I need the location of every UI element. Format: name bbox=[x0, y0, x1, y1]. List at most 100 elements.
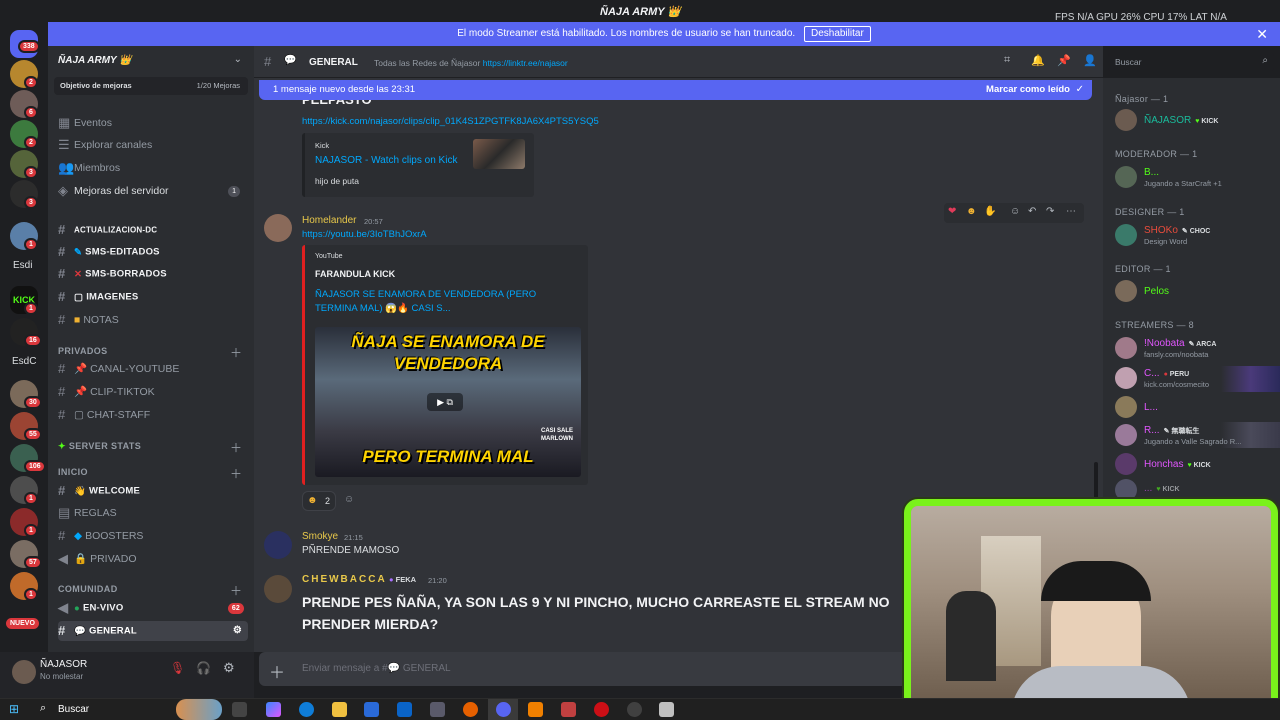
obs-icon[interactable] bbox=[627, 702, 642, 717]
avatar[interactable] bbox=[1115, 479, 1137, 501]
message-author[interactable]: Smokye bbox=[302, 531, 338, 542]
user-name[interactable]: ÑAJASOR bbox=[40, 659, 87, 670]
pin-icon[interactable]: 📌 bbox=[1057, 54, 1071, 67]
avatar[interactable] bbox=[1115, 166, 1137, 188]
member-item[interactable]: L... bbox=[1144, 402, 1158, 413]
member-item[interactable]: SHOKo ✎ CHOC bbox=[1144, 225, 1210, 236]
member-item[interactable]: ... ♥ KICK bbox=[1144, 483, 1180, 494]
search-icon[interactable]: ⌕ bbox=[40, 702, 46, 715]
chevron-down-icon[interactable]: ⌄ bbox=[234, 54, 242, 65]
channel-item[interactable]: # 📌 CANAL-YOUTUBE bbox=[58, 359, 248, 379]
category-privados[interactable]: PRIVADOS bbox=[58, 346, 108, 356]
guild-name[interactable]: ÑAJA ARMY 👑 bbox=[58, 55, 132, 66]
search-highlight-image[interactable] bbox=[176, 699, 222, 720]
avatar[interactable] bbox=[1115, 280, 1137, 302]
search-box[interactable]: Buscar ⌕ bbox=[1108, 53, 1274, 71]
topic-link[interactable]: https://linktr.ee/najasor bbox=[483, 58, 568, 68]
hand-icon[interactable]: ✋ bbox=[984, 206, 996, 217]
nav-events[interactable]: ▦ Eventos bbox=[58, 113, 248, 133]
member-item[interactable]: Pelos bbox=[1144, 286, 1169, 297]
file-explorer-icon[interactable] bbox=[332, 702, 347, 717]
member-item[interactable]: Honchas ♥ KICK bbox=[1144, 459, 1211, 470]
play-icon[interactable]: ▶ ⧉ bbox=[427, 393, 463, 411]
heart-icon[interactable]: ❤ bbox=[948, 206, 956, 217]
server-label[interactable]: EsdC bbox=[12, 356, 36, 367]
member-item[interactable]: ÑAJASOR ♥ KICK bbox=[1144, 115, 1218, 126]
more-icon[interactable]: ⋯ bbox=[1066, 206, 1076, 217]
app-icon[interactable] bbox=[430, 702, 445, 717]
app-icon[interactable] bbox=[561, 702, 576, 717]
taskbar-search-label[interactable]: Buscar bbox=[58, 704, 89, 715]
category-comunidad[interactable]: COMUNIDAD bbox=[58, 584, 118, 594]
members-list-icon[interactable]: 👤 bbox=[1083, 54, 1097, 67]
deafen-icon[interactable]: 🎧 bbox=[196, 661, 211, 675]
add-channel-icon[interactable]: ＋ bbox=[230, 582, 242, 599]
add-channel-icon[interactable]: ＋ bbox=[230, 465, 242, 482]
channel-item[interactable]: # ✎ SMS-EDITADOS bbox=[58, 242, 248, 262]
add-reaction-icon[interactable]: ☺ bbox=[1010, 206, 1020, 217]
firefox-icon[interactable] bbox=[463, 702, 478, 717]
message-link[interactable]: https://kick.com/najasor/clips/clip_01K4… bbox=[302, 116, 599, 127]
channel-item[interactable]: # 👋 WELCOME bbox=[58, 481, 248, 501]
channel-item[interactable]: ◀ 🔒 PRIVADO bbox=[58, 549, 248, 569]
disable-streamer-button[interactable]: Deshabilitar bbox=[803, 26, 871, 42]
embed-channel[interactable]: FARANDULA KICK bbox=[315, 269, 395, 279]
scrollbar[interactable] bbox=[1094, 462, 1098, 502]
bell-icon[interactable]: 🔔 bbox=[1031, 54, 1045, 67]
threads-icon[interactable]: ⌗ bbox=[1004, 54, 1010, 67]
avatar[interactable] bbox=[264, 531, 292, 559]
nav-members[interactable]: 👥Miembros bbox=[58, 158, 248, 178]
channel-item[interactable]: # 📌 CLIP-TIKTOK bbox=[58, 382, 248, 402]
channel-item[interactable]: ▤ REGLAS bbox=[58, 503, 248, 523]
avatar[interactable] bbox=[12, 660, 36, 684]
embed-title[interactable]: ÑAJASOR SE ENAMORA DE VENDEDORA (PERO TE… bbox=[315, 288, 565, 316]
close-icon[interactable]: ✕ bbox=[1256, 22, 1268, 46]
emoji-icon[interactable]: ☻ bbox=[966, 206, 977, 217]
shield-icon[interactable] bbox=[659, 702, 674, 717]
mark-read-button[interactable]: Marcar como leído bbox=[986, 80, 1070, 100]
avatar[interactable] bbox=[1115, 453, 1137, 475]
nav-explore[interactable]: ☰ Explorar canales bbox=[58, 135, 248, 155]
reaction-button[interactable]: ☻ 2 bbox=[302, 491, 336, 511]
new-messages-bar[interactable]: 1 mensaje nuevo desde las 23:31 Marcar c… bbox=[259, 80, 1092, 100]
embed-title[interactable]: NAJASOR - Watch clips on Kick bbox=[315, 155, 457, 166]
channel-item[interactable]: # ACTUALIZACION-DC bbox=[58, 220, 248, 240]
channel-item[interactable]: # ◆ BOOSTERS bbox=[58, 526, 248, 546]
avatar[interactable] bbox=[1115, 396, 1137, 418]
avatar[interactable] bbox=[1115, 109, 1137, 131]
video-thumbnail[interactable]: ÑAJA SE ENAMORA DE VENDEDORA PERO TERMIN… bbox=[315, 327, 581, 477]
windows-start-icon[interactable]: ⊞ bbox=[9, 702, 19, 716]
nav-boosts[interactable]: ◈ Mejoras del servidor 1 bbox=[58, 181, 248, 201]
message-link[interactable]: https://youtu.be/3IoTBhJOxrA bbox=[302, 229, 427, 240]
avatar[interactable] bbox=[1115, 424, 1137, 446]
add-reaction-icon[interactable]: ☺ bbox=[344, 494, 354, 505]
category-inicio[interactable]: INICIO bbox=[58, 467, 88, 477]
outlook-icon[interactable] bbox=[397, 702, 412, 717]
channel-item-general-selected[interactable]: # 💬 GENERAL ⚙ bbox=[58, 621, 248, 641]
message-author[interactable]: CHEWBACCA bbox=[302, 574, 387, 585]
server-label[interactable]: Esdi bbox=[13, 260, 32, 271]
member-item[interactable]: R... ✎ 無職転生 bbox=[1144, 425, 1199, 436]
channel-item[interactable]: # ✕ SMS-BORRADOS bbox=[58, 264, 248, 284]
message-author[interactable]: Homelander bbox=[302, 215, 356, 226]
copilot-icon[interactable] bbox=[266, 702, 281, 717]
avatar[interactable] bbox=[1115, 367, 1137, 389]
member-item[interactable]: C... ● PERU bbox=[1144, 368, 1189, 379]
avatar[interactable] bbox=[264, 575, 292, 603]
add-channel-icon[interactable]: ＋ bbox=[230, 439, 242, 456]
add-attachment-icon[interactable]: ＋ bbox=[269, 659, 285, 683]
user-settings-icon[interactable]: ⚙ bbox=[223, 660, 235, 676]
vlc-icon[interactable] bbox=[528, 702, 543, 717]
channel-item[interactable]: # ▢ CHAT-STAFF bbox=[58, 405, 248, 425]
channel-item-envivo[interactable]: ◀ ● EN-VIVO 62 bbox=[58, 598, 248, 618]
avatar[interactable] bbox=[1115, 224, 1137, 246]
store-icon[interactable] bbox=[364, 702, 379, 717]
discord-icon[interactable] bbox=[496, 702, 511, 717]
mute-mic-icon[interactable]: 🎙 bbox=[170, 661, 185, 675]
avatar[interactable] bbox=[264, 214, 292, 242]
boost-goal[interactable]: Objetivo de mejoras 1/20 Mejoras bbox=[54, 77, 248, 95]
channel-item[interactable]: # ■ NOTAS bbox=[58, 310, 248, 330]
edge-icon[interactable] bbox=[299, 702, 314, 717]
settings-icon[interactable]: ⚙ bbox=[233, 621, 242, 641]
channel-item[interactable]: # ▢ IMAGENES bbox=[58, 287, 248, 307]
